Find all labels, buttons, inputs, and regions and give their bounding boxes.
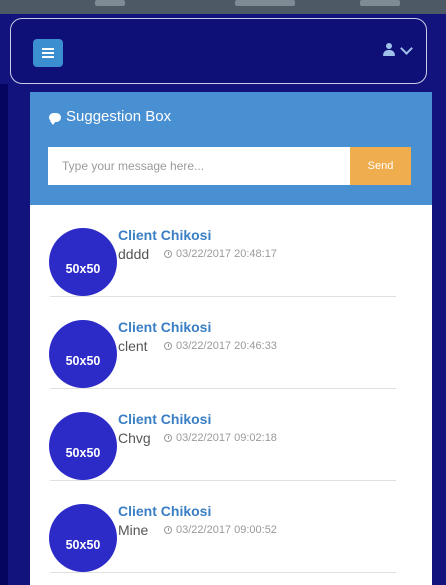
menu-toggle-button[interactable] xyxy=(33,39,63,67)
avatar: 50x50 xyxy=(49,320,117,388)
send-button[interactable]: Send xyxy=(350,147,411,185)
message-input[interactable] xyxy=(48,147,350,185)
sidebar-strip xyxy=(0,84,8,585)
suggestion-box-panel: Suggestion Box Send 50x50 Client Chikosi… xyxy=(30,92,432,585)
hamburger-icon xyxy=(42,48,54,60)
message-timestamp: 03/22/2017 09:02:18 xyxy=(164,432,277,444)
divider xyxy=(50,572,396,573)
timestamp-text: 03/22/2017 09:02:18 xyxy=(176,432,277,444)
user-menu-dropdown[interactable] xyxy=(380,42,416,61)
top-navbar xyxy=(10,18,427,84)
status-bar xyxy=(0,0,446,14)
avatar: 50x50 xyxy=(49,412,117,480)
message-item: 50x50 Client Chikosi dddd 03/22/2017 20:… xyxy=(30,205,432,297)
comment-icon xyxy=(49,113,61,125)
message-text: clent xyxy=(118,338,148,354)
message-timestamp: 03/22/2017 20:46:33 xyxy=(164,340,277,352)
message-item: 50x50 Client Chikosi Chvg 03/22/2017 09:… xyxy=(30,389,432,481)
avatar: 50x50 xyxy=(49,504,117,572)
message-author: Client Chikosi xyxy=(118,319,212,335)
timestamp-text: 03/22/2017 20:48:17 xyxy=(176,248,277,260)
message-author: Client Chikosi xyxy=(118,503,212,519)
clock-icon xyxy=(164,250,172,258)
message-text: Chvg xyxy=(118,430,151,446)
message-timestamp: 03/22/2017 09:00:52 xyxy=(164,524,277,536)
message-author: Client Chikosi xyxy=(118,227,212,243)
clock-icon xyxy=(164,526,172,534)
panel-heading: Suggestion Box Send xyxy=(30,92,432,205)
clock-icon xyxy=(164,342,172,350)
timestamp-text: 03/22/2017 09:00:52 xyxy=(176,524,277,536)
clock-icon xyxy=(164,434,172,442)
message-author: Client Chikosi xyxy=(118,411,212,427)
message-timestamp: 03/22/2017 20:48:17 xyxy=(164,248,277,260)
message-item: 50x50 Client Chikosi Mine 03/22/2017 09:… xyxy=(30,481,432,573)
message-text: dddd xyxy=(118,246,150,262)
avatar: 50x50 xyxy=(49,228,117,296)
message-item: 50x50 Client Chikosi clent 03/22/2017 20… xyxy=(30,297,432,389)
panel-title: Suggestion Box xyxy=(66,108,172,125)
chevron-down-icon xyxy=(400,42,413,55)
timestamp-text: 03/22/2017 20:46:33 xyxy=(176,340,277,352)
message-text: Mine xyxy=(118,522,149,538)
